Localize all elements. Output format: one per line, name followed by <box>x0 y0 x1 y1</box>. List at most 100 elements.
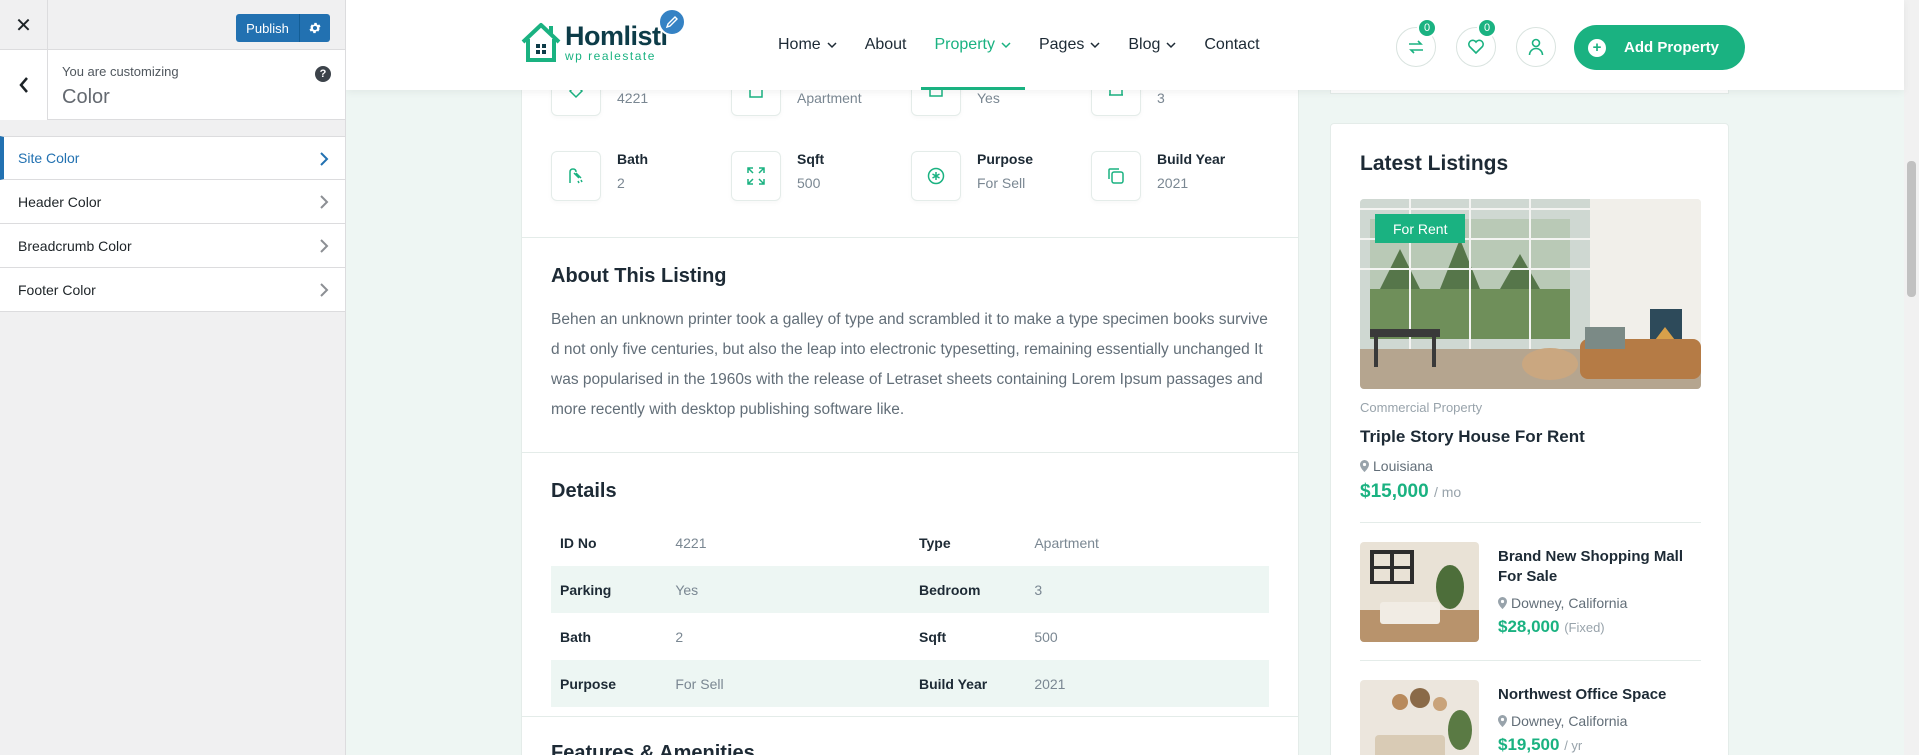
back-button[interactable] <box>0 50 48 120</box>
price-period: / yr <box>1564 738 1583 753</box>
detail-key: Purpose <box>551 660 676 707</box>
detail-key: Bath <box>560 628 592 645</box>
listing-price: $15,000 / mo <box>1360 481 1461 503</box>
listing-title[interactable]: Brand New Shopping Mall For Sale <box>1498 547 1698 587</box>
list-item[interactable]: Brand New Shopping Mall For Sale Downey,… <box>1360 542 1701 642</box>
about-text: Behen an unknown printer took a galley o… <box>551 311 1268 418</box>
feature-label: Purpose <box>977 151 1034 167</box>
compare-button[interactable]: 0 <box>1396 18 1437 67</box>
copy-icon <box>1091 151 1141 201</box>
account-button[interactable] <box>1516 27 1556 67</box>
compare-count-badge: 0 <box>1417 18 1437 38</box>
scrollbar[interactable] <box>1904 0 1919 755</box>
feature-value: 2021 <box>1157 175 1189 191</box>
shower-icon <box>551 151 601 201</box>
chevron-left-icon <box>18 77 28 93</box>
menu-item-label: Site Color <box>18 150 80 166</box>
nav-label: Property <box>934 36 995 53</box>
nav-item-contact[interactable]: Contact <box>1204 0 1259 90</box>
table-row: Bath 2 Sqft 500 <box>551 613 1269 660</box>
logo-tagline: wp realestate <box>565 49 656 63</box>
listing-title[interactable]: Northwest Office Space <box>1498 685 1698 705</box>
feature-value: 3 <box>1157 90 1165 106</box>
gear-icon[interactable] <box>300 14 330 42</box>
section-title: Color <box>62 86 110 108</box>
menu-item-header-color[interactable]: Header Color <box>0 180 345 224</box>
detail-value: Yes <box>675 566 910 613</box>
features-row: Bath 2 Sqft 500 Purpose For Sell Build Year… <box>551 151 1271 201</box>
chevron-down-icon <box>1166 41 1176 48</box>
color-menu: Site Color Header Color Breadcrumb Color… <box>0 136 345 312</box>
price-amount: $28,000 <box>1498 617 1560 636</box>
publish-button[interactable]: Publish <box>236 14 300 42</box>
chevron-right-icon <box>320 239 329 253</box>
listing-thumbnail[interactable] <box>1360 680 1479 755</box>
compare-icon <box>1409 40 1423 54</box>
nav-item-property[interactable]: Property <box>920 0 1026 90</box>
publish-button-group: Publish <box>236 14 330 42</box>
wishlist-count-badge: 0 <box>1477 18 1497 38</box>
chevron-down-icon <box>1001 41 1011 48</box>
location-text: Louisiana <box>1373 458 1433 474</box>
about-title: About This Listing <box>551 265 727 287</box>
detail-key: ID No <box>560 534 597 551</box>
listing-category[interactable]: Commercial Property <box>1360 400 1482 415</box>
nav-label: Contact <box>1204 36 1260 53</box>
menu-item-label: Header Color <box>18 193 102 210</box>
heart-icon <box>1468 39 1484 55</box>
menu-item-site-color[interactable]: Site Color <box>0 136 345 180</box>
map-pin-icon <box>1498 715 1507 727</box>
menu-item-footer-color[interactable]: Footer Color <box>0 268 345 312</box>
detail-value: 3 <box>1034 566 1269 613</box>
feature-value: 500 <box>797 175 821 191</box>
user-icon <box>1528 38 1544 56</box>
price-period: / mo <box>1433 484 1462 500</box>
help-icon[interactable]: ? <box>315 66 331 82</box>
add-property-button[interactable]: + Add Property <box>1574 25 1745 70</box>
divider <box>522 452 1298 453</box>
listing-price: $28,000 (Fixed) <box>1498 617 1605 637</box>
feature-purpose: Purpose For Sell <box>911 151 1091 201</box>
listing-thumbnail[interactable] <box>1360 542 1479 642</box>
feature-value: 4221 <box>617 90 649 106</box>
feature-label: Build Year <box>1157 151 1226 167</box>
widget-title: Latest Listings <box>1360 152 1509 175</box>
menu-item-label: Breadcrumb Color <box>18 237 132 254</box>
wishlist-button[interactable]: 0 <box>1456 18 1497 67</box>
detail-value: Apartment <box>1034 534 1099 551</box>
edit-pencil-icon[interactable] <box>658 8 686 36</box>
detail-value: 2 <box>675 628 684 645</box>
logo-name: Homlisti <box>565 21 668 51</box>
feature-bath: Bath 2 <box>551 151 731 201</box>
listing-price: $19,500 / yr <box>1498 735 1582 755</box>
list-item[interactable]: Northwest Office Space Downey, Californi… <box>1360 680 1701 755</box>
scrollbar-thumb[interactable] <box>1907 161 1916 297</box>
detail-value: 4221 <box>675 534 707 551</box>
menu-item-breadcrumb-color[interactable]: Breadcrumb Color <box>0 224 345 268</box>
expand-icon <box>731 151 781 201</box>
listing-location: Downey, California <box>1498 595 1627 611</box>
featured-listing-image[interactable]: For Rent <box>1360 199 1701 389</box>
listing-title[interactable]: Triple Story House For Rent <box>1360 427 1585 447</box>
detail-key: Type <box>918 534 951 551</box>
nav-item-about[interactable]: About <box>865 0 907 90</box>
location-text: Downey, California <box>1511 713 1628 729</box>
map-pin-icon <box>1360 460 1369 472</box>
close-icon[interactable]: ✕ <box>0 0 48 50</box>
site-logo[interactable]: Homlisti wp realestate <box>520 20 668 64</box>
feature-value: Apartment <box>797 90 862 106</box>
feature-value: 2 <box>617 175 625 191</box>
listing-location: Downey, California <box>1498 713 1627 729</box>
nav-item-blog[interactable]: Blog <box>1128 0 1176 90</box>
nav-item-home[interactable]: Home <box>778 0 837 90</box>
site-header: Homlisti wp realestate Home About Proper… <box>346 0 1904 90</box>
nav-item-pages[interactable]: Pages <box>1039 0 1100 90</box>
chevron-down-icon <box>1090 41 1100 48</box>
plus-icon: + <box>1588 38 1606 57</box>
divider <box>1360 522 1701 523</box>
feature-label: Bath <box>617 151 649 167</box>
listing-main-card: 4221 Apartment Yes 3 Bath 2 Sqft 500 Pur… <box>521 60 1299 755</box>
detail-value: 2021 <box>1034 660 1269 707</box>
detail-key: Build Year <box>909 660 1035 707</box>
chevron-right-icon <box>320 283 329 297</box>
